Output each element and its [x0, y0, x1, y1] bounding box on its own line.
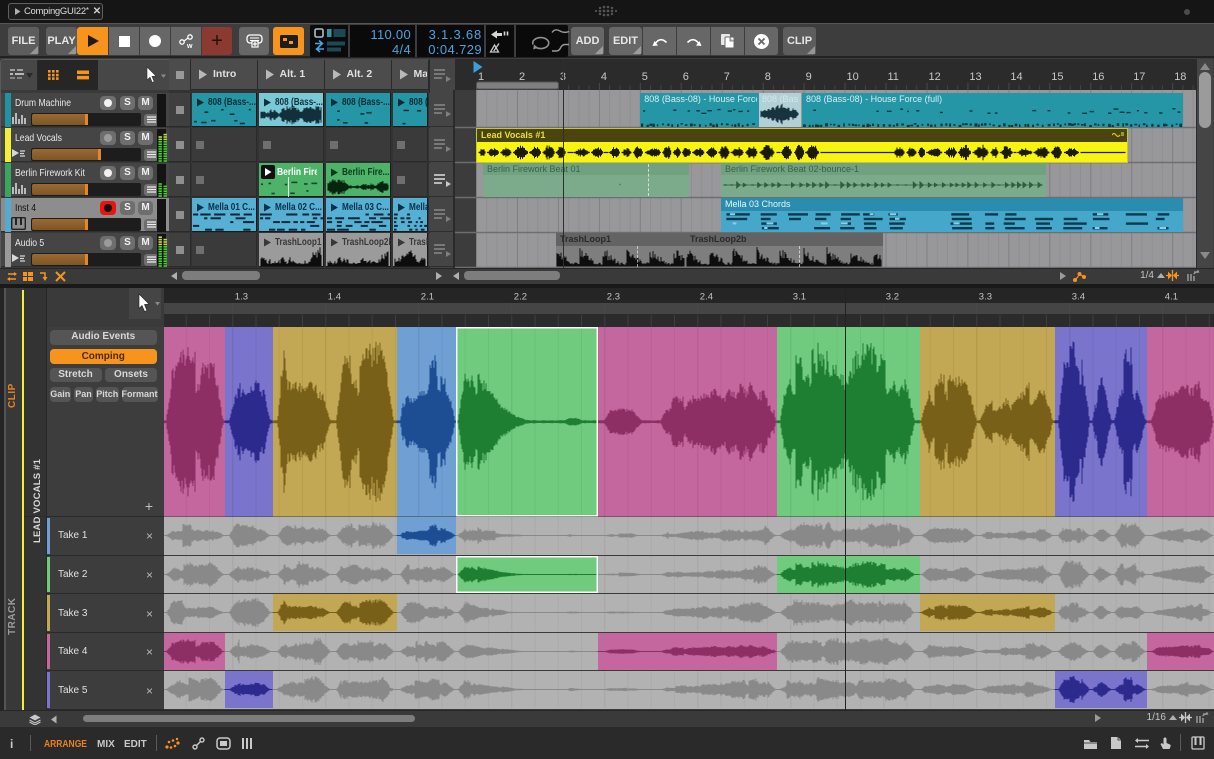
- svg-text:2.2: 2.2: [514, 292, 527, 303]
- svg-text:CLIP: CLIP: [7, 383, 18, 408]
- svg-text:3.1: 3.1: [793, 292, 806, 303]
- svg-text:LEAD VOCALS #1: LEAD VOCALS #1: [32, 458, 43, 543]
- svg-text:3.3: 3.3: [979, 292, 992, 303]
- svg-text:4.1: 4.1: [1165, 292, 1178, 303]
- svg-text:3.4: 3.4: [1072, 292, 1085, 303]
- svg-text:2.4: 2.4: [700, 292, 713, 303]
- svg-text:2.1: 2.1: [421, 292, 434, 303]
- svg-text:2.3: 2.3: [607, 292, 620, 303]
- svg-text:1.4: 1.4: [328, 292, 341, 303]
- svg-text:3.2: 3.2: [886, 292, 899, 303]
- svg-text:1.3: 1.3: [235, 292, 248, 303]
- svg-text:TRACK: TRACK: [7, 597, 18, 635]
